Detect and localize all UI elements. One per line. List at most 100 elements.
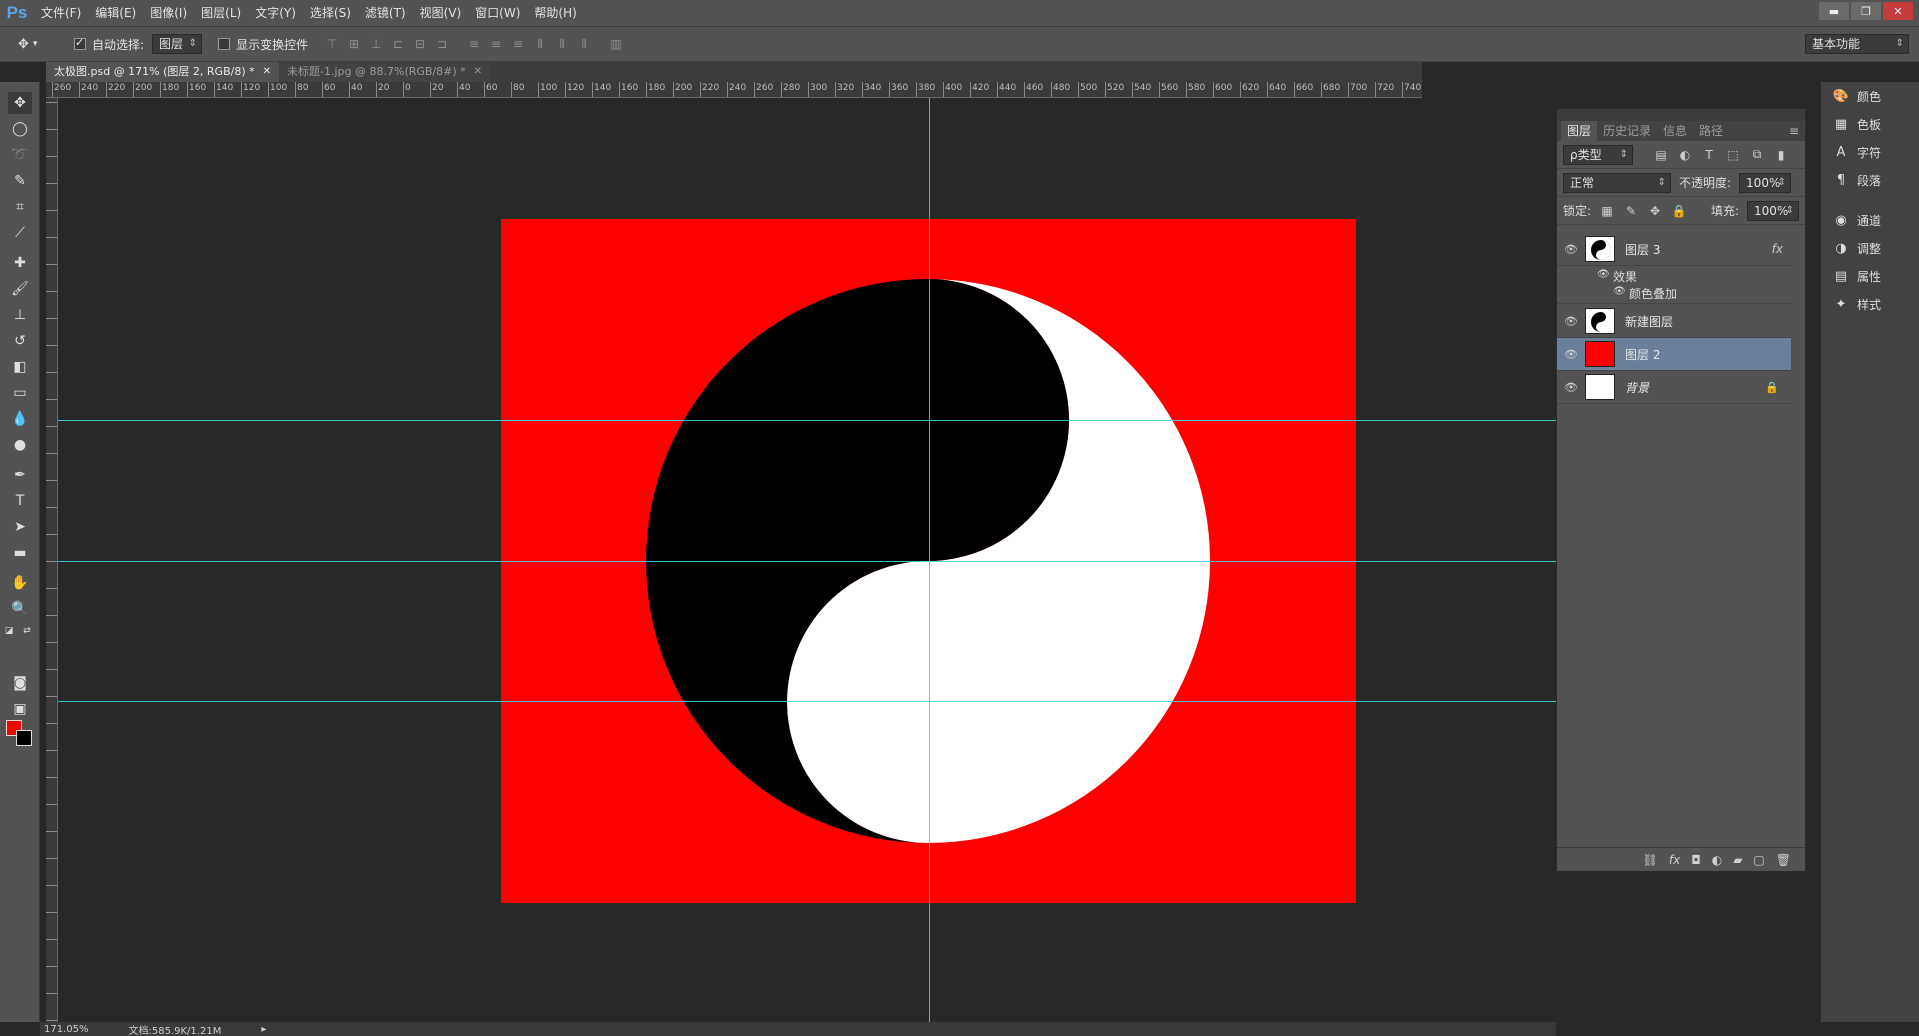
- menu-layer[interactable]: 图层(L): [194, 0, 248, 26]
- path-select-tool-icon[interactable]: ➤: [8, 516, 32, 538]
- layer-name[interactable]: 新建图层: [1625, 313, 1673, 330]
- dock-adjustments[interactable]: ◑ 调整: [1833, 240, 1881, 257]
- default-colors-icon[interactable]: ◪: [2, 620, 16, 642]
- new-layer-icon[interactable]: ▢: [1753, 853, 1764, 867]
- lock-pixels-icon[interactable]: ✎: [1623, 203, 1639, 219]
- show-transform-checkbox[interactable]: [218, 38, 231, 50]
- blur-tool-icon[interactable]: 💧: [8, 408, 32, 430]
- history-brush-tool-icon[interactable]: ↺: [8, 330, 32, 352]
- dock-color[interactable]: 🎨 颜色: [1833, 88, 1881, 105]
- menu-edit[interactable]: 编辑(E): [88, 0, 143, 26]
- auto-select-checkbox[interactable]: [74, 36, 86, 50]
- menu-help[interactable]: 帮助(H): [527, 0, 583, 26]
- layer-name[interactable]: 背景: [1625, 379, 1649, 396]
- filter-toggle-icon[interactable]: ▮: [1773, 147, 1789, 163]
- eye-icon[interactable]: 👁: [1557, 243, 1585, 256]
- background-color-swatch[interactable]: [16, 730, 32, 746]
- layer-name[interactable]: 图层 2: [1625, 346, 1660, 363]
- eye-icon[interactable]: 👁: [1557, 381, 1585, 394]
- distribute-vcenter-icon[interactable]: ≡: [488, 36, 504, 52]
- crop-tool-icon[interactable]: ⌗: [8, 196, 32, 218]
- tab-untitled-jpg[interactable]: 未标题-1.jpg @ 88.7%(RGB/8#) * ✕: [279, 62, 491, 82]
- layer-row-layer3[interactable]: 👁 图层 3 fx: [1557, 233, 1791, 266]
- auto-select-target-dropdown[interactable]: 图层: [152, 34, 203, 54]
- dock-styles[interactable]: ✦ 样式: [1833, 296, 1881, 313]
- layer-row-background[interactable]: 👁 背景 🔒: [1557, 371, 1791, 404]
- hand-tool-icon[interactable]: ✋: [8, 572, 32, 594]
- eye-icon[interactable]: 👁: [1557, 315, 1585, 328]
- effect-name[interactable]: 颜色叠加: [1629, 285, 1677, 302]
- auto-align-icon[interactable]: ▥: [608, 36, 624, 52]
- new-group-icon[interactable]: ▰: [1733, 853, 1742, 867]
- menu-file[interactable]: 文件(F): [34, 0, 88, 26]
- minimize-button[interactable]: ▬: [1819, 2, 1849, 20]
- opacity-input[interactable]: 100%: [1739, 172, 1792, 193]
- filter-type-icon[interactable]: T: [1701, 147, 1717, 163]
- tab-layers[interactable]: 图层: [1561, 121, 1598, 141]
- guide-horizontal-1[interactable]: [58, 420, 1556, 421]
- distribute-left-icon[interactable]: ⦀: [532, 36, 548, 52]
- canvas-area[interactable]: [58, 98, 1556, 1022]
- zoom-level[interactable]: 171.05%: [44, 1024, 89, 1035]
- effects-eye-icon[interactable]: 👁: [1597, 269, 1610, 280]
- quick-select-tool-icon[interactable]: ✎: [8, 170, 32, 192]
- filter-smart-icon[interactable]: ⧉: [1749, 147, 1765, 163]
- distribute-hcenter-icon[interactable]: ⦀: [554, 36, 570, 52]
- filter-shape-icon[interactable]: ⬚: [1725, 147, 1741, 163]
- distribute-bottom-icon[interactable]: ≡: [510, 36, 526, 52]
- layer-row-layer2[interactable]: 👁 图层 2: [1557, 338, 1791, 371]
- blend-mode-dropdown[interactable]: 正常: [1563, 172, 1671, 193]
- eyedropper-tool-icon[interactable]: ⟋: [8, 222, 32, 244]
- type-tool-icon[interactable]: T: [8, 490, 32, 512]
- align-top-icon[interactable]: ⊤: [324, 36, 340, 52]
- move-tool-icon[interactable]: ✥: [8, 92, 32, 114]
- status-menu-arrow-icon[interactable]: ▸: [261, 1024, 266, 1035]
- shape-tool-icon[interactable]: ▬: [8, 542, 32, 564]
- dock-character[interactable]: A 字符: [1833, 144, 1881, 161]
- gradient-tool-icon[interactable]: ▭: [8, 382, 32, 404]
- dock-properties[interactable]: ▤ 属性: [1833, 268, 1881, 285]
- dock-paragraph[interactable]: ¶ 段落: [1833, 172, 1881, 189]
- tab-paths[interactable]: 路径: [1693, 121, 1729, 141]
- quick-mask-icon[interactable]: ◙: [8, 672, 32, 694]
- new-adjustment-icon[interactable]: ◐: [1712, 853, 1722, 867]
- align-right-icon[interactable]: ⊐: [434, 36, 450, 52]
- document-size[interactable]: 文档:585.9K/1.21M: [129, 1022, 222, 1036]
- close-button[interactable]: ✕: [1883, 2, 1913, 20]
- marquee-tool-icon[interactable]: ◯: [8, 118, 32, 140]
- fx-icon[interactable]: fx: [1772, 242, 1783, 256]
- layer-filter-dropdown[interactable]: ρ类型: [1563, 144, 1633, 165]
- menu-type[interactable]: 文字(Y): [248, 0, 303, 26]
- horizontal-ruler[interactable]: 260 240 220 200 180 160 140 120 100 80 60 40 20 0 20 40…: [46, 82, 1422, 98]
- swap-colors-icon[interactable]: ⇄: [20, 620, 34, 642]
- panel-menu-icon[interactable]: ≡: [1789, 124, 1799, 138]
- layer-row-new-layer[interactable]: 👁 新建图层: [1557, 305, 1791, 338]
- guide-vertical-1[interactable]: [929, 98, 930, 1022]
- guide-horizontal-3[interactable]: [58, 701, 1556, 702]
- pen-tool-icon[interactable]: ✒: [8, 464, 32, 486]
- stamp-tool-icon[interactable]: ⊥: [8, 304, 32, 326]
- tab-taiji-psd[interactable]: 太极图.psd @ 171% (图层 2, RGB/8) * ✕: [46, 62, 280, 82]
- workspace-dropdown[interactable]: 基本功能: [1805, 34, 1909, 54]
- lasso-tool-icon[interactable]: ➰: [8, 144, 32, 166]
- restore-button[interactable]: ❐: [1851, 2, 1881, 20]
- brush-tool-icon[interactable]: 🖌: [8, 278, 32, 300]
- align-bottom-icon[interactable]: ⊥: [368, 36, 384, 52]
- add-mask-icon[interactable]: ◘: [1691, 853, 1701, 867]
- effect-eye-icon[interactable]: 👁: [1613, 286, 1626, 297]
- screen-mode-icon[interactable]: ▣: [8, 698, 32, 720]
- dock-channels[interactable]: ◉ 通道: [1833, 212, 1881, 229]
- lock-transparent-icon[interactable]: ▦: [1599, 203, 1615, 219]
- add-style-icon[interactable]: fx: [1669, 853, 1680, 867]
- eraser-tool-icon[interactable]: ◧: [8, 356, 32, 378]
- vertical-ruler[interactable]: [46, 98, 58, 1022]
- menu-filter[interactable]: 滤镜(T): [358, 0, 413, 26]
- align-left-icon[interactable]: ⊏: [390, 36, 406, 52]
- menu-image[interactable]: 图像(I): [143, 0, 194, 26]
- distribute-right-icon[interactable]: ⦀: [576, 36, 592, 52]
- panel-header[interactable]: [1557, 109, 1805, 121]
- align-hcenter-icon[interactable]: ⊟: [412, 36, 428, 52]
- menu-select[interactable]: 选择(S): [303, 0, 358, 26]
- zoom-tool-icon[interactable]: 🔍: [8, 598, 32, 620]
- filter-pixel-icon[interactable]: ▤: [1653, 147, 1669, 163]
